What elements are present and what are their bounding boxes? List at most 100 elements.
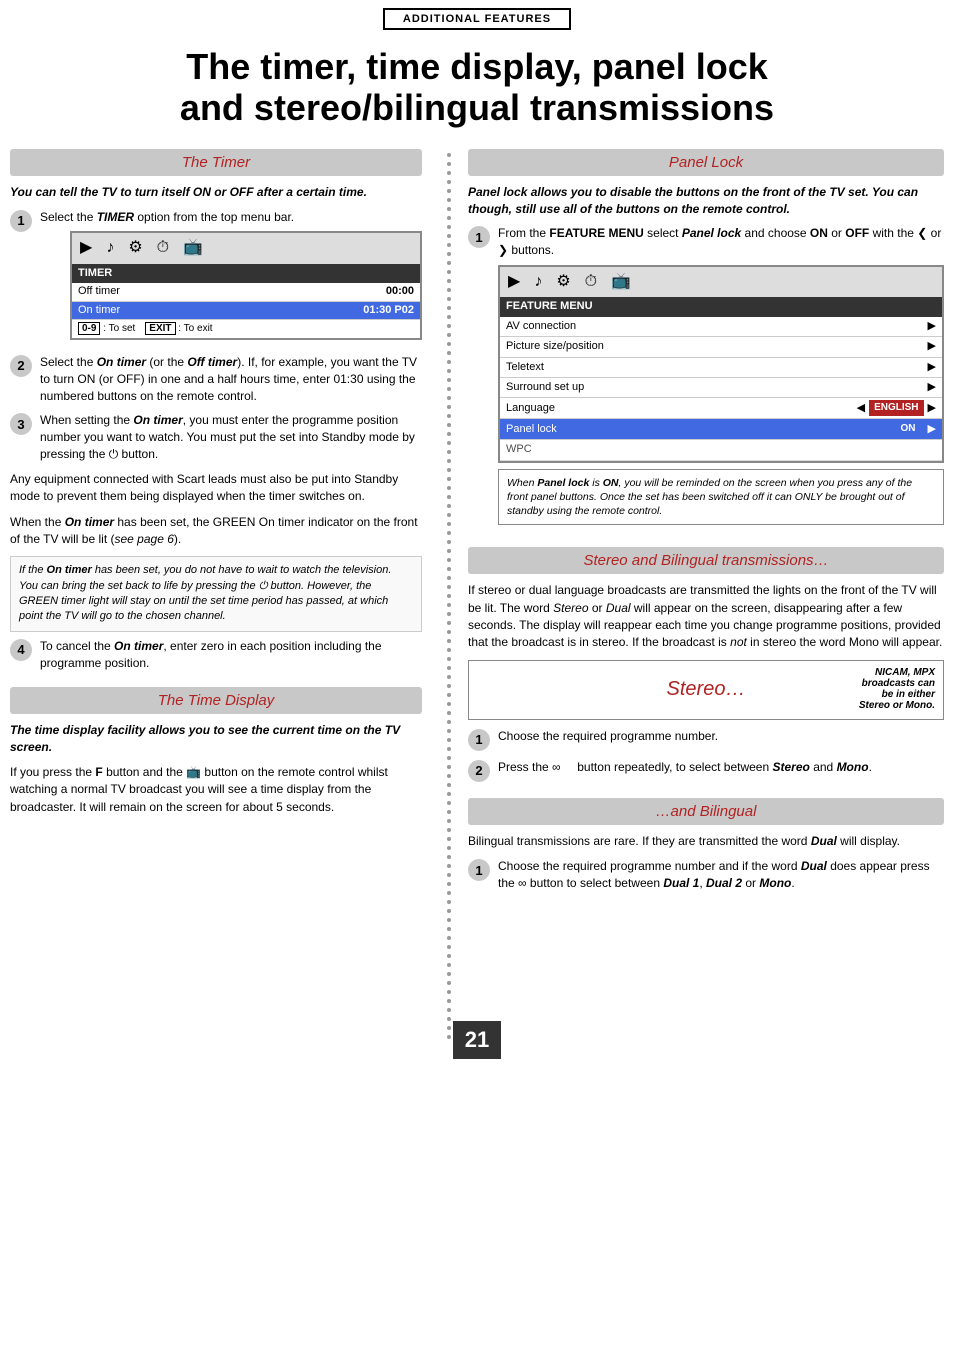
timer-step2: 2 Select the On timer (or the Off timer)… [10, 354, 422, 404]
off-timer-value: 00:00 [386, 284, 414, 299]
stereo-header: Stereo and Bilingual transmissions… [468, 547, 944, 574]
step4-circle: 4 [10, 639, 32, 661]
fm-tv-icon: 📺 [611, 271, 631, 293]
key-exit: EXIT : To exit [145, 322, 212, 336]
stereo-label: Stereo… [667, 678, 746, 701]
panel-lock-label: Panel lock [506, 422, 557, 437]
right-column: Panel Lock Panel lock allows you to disa… [458, 149, 944, 1039]
fm-clock-icon: ⏱ [585, 271, 597, 293]
wpc-label: WPC [506, 442, 532, 457]
clock-icon: ⏱ [157, 237, 169, 259]
language-label: Language [506, 401, 555, 416]
step2-text: Select the On timer (or the Off timer). … [40, 354, 422, 404]
timer-header: The Timer [10, 149, 422, 176]
step1-circle: 1 [10, 210, 32, 232]
step3-extra1: Any equipment connected with Scart leads… [10, 471, 422, 506]
fm-film-icon: ▶ [508, 271, 520, 293]
menu-icons: ▶ ♪ ⚙ ⏱ 📺 [72, 233, 420, 263]
surround-label: Surround set up [506, 380, 584, 395]
stereo-s2-circle: 2 [468, 760, 490, 782]
dot-separator [440, 149, 458, 1039]
step3-text: When setting the On timer, you must ente… [40, 412, 422, 462]
content-area: The Timer You can tell the TV to turn it… [0, 149, 954, 1039]
step3-extra2: When the On timer has been set, the GREE… [10, 514, 422, 549]
fm-note-icon: ♪ [534, 271, 542, 293]
stereo-body: If stereo or dual language broadcasts ar… [468, 582, 944, 652]
note-icon: ♪ [106, 237, 114, 259]
left-column: The Timer You can tell the TV to turn it… [10, 149, 440, 1039]
av-arrow: ▶ [928, 319, 936, 334]
step2-circle: 2 [10, 355, 32, 377]
stereo-s2-text: Press the ∞ button repeatedly, to select… [498, 759, 944, 776]
key-09: 0-9 : To set [78, 322, 135, 336]
av-label: AV connection [506, 319, 576, 334]
av-row: AV connection ▶ [500, 317, 942, 337]
tv-icon: 📺 [183, 237, 203, 259]
step4-text: To cancel the On timer, enter zero in ea… [40, 638, 422, 672]
timer-menu-box: ▶ ♪ ⚙ ⏱ 📺 TIMER Off timer 00:00 On ti [70, 231, 422, 340]
timer-step3: 3 When setting the On timer, you must en… [10, 412, 422, 462]
language-row: Language ◀ ENGLISH ▶ [500, 398, 942, 419]
additional-features-badge: ADDITIONAL FEATURES [0, 0, 954, 34]
off-timer-label: Off timer [78, 284, 120, 299]
panel-lock-row: Panel lock ON ▶ [500, 419, 942, 440]
wpc-row: WPC [500, 440, 942, 460]
picture-label: Picture size/position [506, 339, 604, 354]
timer-note: If the On timer has been set, you do not… [10, 556, 422, 632]
off-timer-row: Off timer 00:00 [72, 283, 420, 301]
panel-lock-header: Panel Lock [468, 149, 944, 176]
on-timer-row: On timer 01:30 P02 [72, 302, 420, 320]
menu-keys: 0-9 : To set EXIT : To exit [72, 320, 420, 338]
feature-menu-title: FEATURE MENU [500, 297, 942, 316]
fm-settings-icon: ⚙ [556, 271, 570, 293]
bilingual-s1-text: Choose the required programme number and… [498, 858, 944, 892]
step3-circle: 3 [10, 413, 32, 435]
time-display-header: The Time Display [10, 687, 422, 714]
stereo-section: Stereo and Bilingual transmissions… If s… [468, 547, 944, 782]
teletext-label: Teletext [506, 360, 544, 375]
stereo-step1: 1 Choose the required programme number. [468, 728, 944, 751]
panel-lock-warning: When Panel lock is ON, you will be remin… [498, 469, 944, 526]
bilingual-header: …and Bilingual [468, 798, 944, 825]
stereo-note: NICAM, MPXbroadcasts canbe in eitherSter… [859, 667, 935, 711]
bilingual-body: Bilingual transmissions are rare. If the… [468, 833, 944, 850]
timer-section: The Timer You can tell the TV to turn it… [10, 149, 422, 672]
teletext-arrow: ▶ [928, 360, 936, 375]
panel-lock-intro: Panel lock allows you to disable the but… [468, 184, 944, 218]
teletext-row: Teletext ▶ [500, 358, 942, 378]
surround-arrow: ▶ [928, 380, 936, 395]
surround-row: Surround set up ▶ [500, 378, 942, 398]
on-badge: ON [893, 421, 924, 437]
stereo-display-box: Stereo… NICAM, MPXbroadcasts canbe in ei… [468, 660, 944, 720]
time-display-section: The Time Display The time display facili… [10, 687, 422, 816]
page-title: The timer, time display, panel lockand s… [0, 34, 954, 149]
timer-step4: 4 To cancel the On timer, enter zero in … [10, 638, 422, 672]
language-values: ◀ ENGLISH ▶ [857, 400, 936, 416]
english-badge: ENGLISH [869, 400, 923, 416]
time-display-intro: The time display facility allows you to … [10, 722, 422, 756]
panel-step1: 1 From the FEATURE MENU select Panel loc… [468, 225, 944, 531]
stereo-step2: 2 Press the ∞ button repeatedly, to sele… [468, 759, 944, 782]
picture-row: Picture size/position ▶ [500, 337, 942, 357]
page-number: 21 [453, 1021, 501, 1059]
badge-text: ADDITIONAL FEATURES [383, 8, 571, 30]
stereo-s1-circle: 1 [468, 729, 490, 751]
bilingual-section: …and Bilingual Bilingual transmissions a… [468, 798, 944, 892]
timer-step1: 1 Select the TIMER option from the top m… [10, 209, 422, 346]
feature-menu-icons: ▶ ♪ ⚙ ⏱ 📺 [500, 267, 942, 297]
timer-intro: You can tell the TV to turn itself ON or… [10, 184, 422, 201]
page-footer: 21 [0, 1039, 954, 1069]
film-icon: ▶ [80, 237, 92, 259]
time-display-body: If you press the F button and the 📺 butt… [10, 764, 422, 816]
panel-lock-section: Panel Lock Panel lock allows you to disa… [468, 149, 944, 531]
on-timer-value: 01:30 P02 [363, 303, 414, 318]
menu-title: TIMER [72, 264, 420, 283]
panel-lock-values: ON ▶ [893, 421, 936, 437]
step1-text: Select the TIMER option from the top men… [40, 209, 422, 346]
settings-icon: ⚙ [128, 237, 142, 259]
on-timer-label: On timer [78, 303, 120, 318]
panel-step1-circle: 1 [468, 226, 490, 248]
feature-menu-box: ▶ ♪ ⚙ ⏱ 📺 FEATURE MENU AV connection ▶ [498, 265, 944, 463]
stereo-s1-text: Choose the required programme number. [498, 728, 944, 745]
bilingual-s1-circle: 1 [468, 859, 490, 881]
